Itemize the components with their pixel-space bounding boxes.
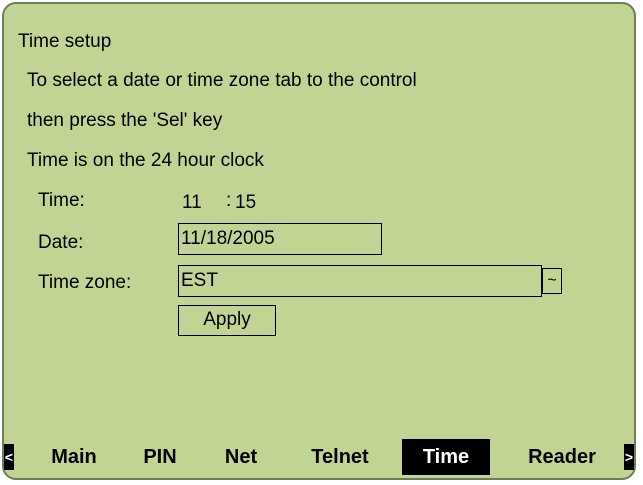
instruction-line-2: then press the 'Sel' key	[27, 110, 223, 131]
timezone-label: Time zone:	[38, 272, 132, 293]
chevron-left-icon: <	[4, 449, 14, 465]
page-title: Time setup	[18, 31, 112, 52]
tab-time[interactable]: Time	[402, 439, 490, 475]
tab-telnet[interactable]: Telnet	[294, 439, 386, 475]
tab-pin[interactable]: PIN	[132, 439, 188, 475]
tab-bar: < Main PIN Net Telnet Time Reader >	[4, 439, 634, 477]
tab-scroll-left-button[interactable]: <	[4, 444, 14, 470]
timezone-dropdown-button[interactable]: ~	[542, 268, 562, 294]
tab-reader[interactable]: Reader	[512, 439, 612, 475]
tab-net[interactable]: Net	[210, 439, 272, 475]
timezone-select[interactable]: EST	[178, 265, 542, 297]
instruction-line-1: To select a date or time zone tab to the…	[27, 70, 417, 91]
device-screen: Time setup To select a date or time zone…	[2, 2, 636, 480]
instruction-line-3: Time is on the 24 hour clock	[27, 150, 264, 171]
tab-main[interactable]: Main	[34, 439, 114, 475]
time-hours-field[interactable]: 11	[182, 192, 202, 214]
time-separator: :	[226, 190, 232, 211]
time-minutes-field[interactable]: 15	[235, 192, 256, 214]
tab-scroll-right-button[interactable]: >	[624, 444, 634, 470]
chevron-down-icon: ~	[547, 272, 557, 289]
chevron-right-icon: >	[624, 449, 634, 465]
time-label: Time:	[38, 190, 85, 211]
apply-button[interactable]: Apply	[178, 305, 276, 336]
date-field[interactable]: 11/18/2005	[178, 223, 382, 255]
date-label: Date:	[38, 232, 84, 253]
